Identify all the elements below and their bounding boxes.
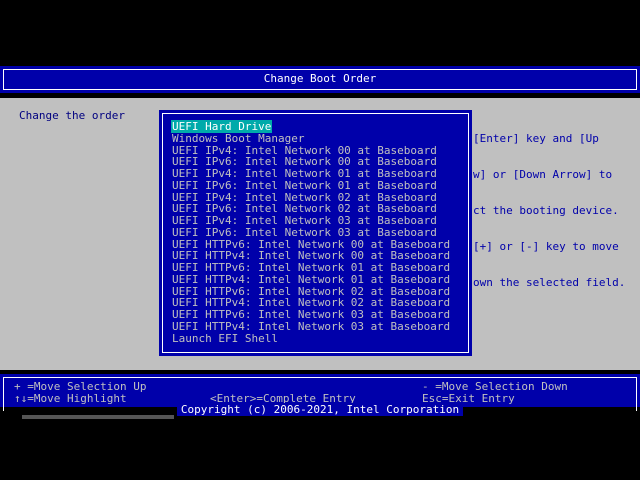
help-text: [Enter] key and [Up w] or [Down Arrow] t… xyxy=(473,109,625,301)
help-line: w] or [Down Arrow] to xyxy=(473,168,613,181)
page-title: Change Boot Order xyxy=(263,72,377,85)
boot-option[interactable]: Launch EFI Shell xyxy=(172,331,450,345)
copyright-text: Copyright (c) 2006-2021, Intel Corporati… xyxy=(176,403,464,416)
scroll-indicator xyxy=(22,415,174,419)
setting-label: Change the order xyxy=(19,109,125,122)
boot-order-list: UEFI Hard Drive Windows Boot Manager UEFI … xyxy=(171,120,450,345)
help-line: [Enter] key and [Up xyxy=(473,132,599,145)
help-line: own the selected field. xyxy=(473,276,626,289)
title-bar: Change Boot Order xyxy=(0,66,640,93)
help-line: [+] or [-] key to move xyxy=(473,240,619,253)
boot-order-dialog: UEFI Hard Drive Windows Boot Manager UEFI … xyxy=(159,110,472,356)
boot-option-label: Launch EFI Shell xyxy=(172,331,278,345)
help-line: ct the booting device. xyxy=(473,204,619,217)
